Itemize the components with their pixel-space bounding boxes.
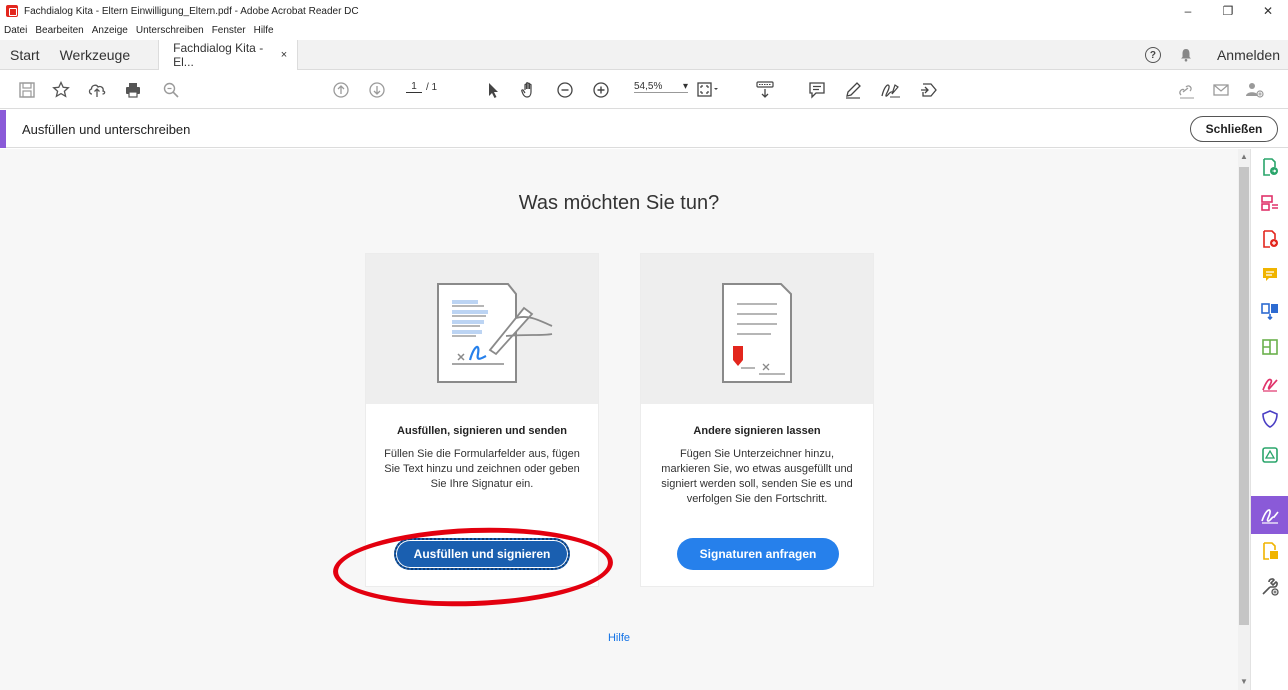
add-user-icon[interactable] bbox=[1244, 79, 1266, 101]
send-sign-icon[interactable] bbox=[918, 79, 940, 101]
sign-in-link[interactable]: Anmelden bbox=[1217, 47, 1280, 63]
card-description: Füllen Sie die Formularfelder aus, fügen… bbox=[384, 448, 580, 490]
page-title: Was möchten Sie tun? bbox=[518, 192, 720, 214]
scan-enhance-icon[interactable] bbox=[1260, 445, 1280, 465]
more-tools-icon[interactable] bbox=[1260, 541, 1280, 561]
card-title: Andere signieren lassen bbox=[693, 425, 821, 437]
tab-document-label: Fachdialog Kita - El... bbox=[173, 40, 264, 69]
page-total: / 1 bbox=[426, 81, 438, 93]
fit-page-icon[interactable] bbox=[696, 79, 722, 101]
fill-sign-tool-icon[interactable] bbox=[1260, 373, 1280, 393]
bookmark-star-icon[interactable] bbox=[50, 79, 72, 101]
right-tools-rail bbox=[1250, 149, 1288, 690]
menu-hilfe[interactable]: Hilfe bbox=[254, 25, 274, 36]
page-down-icon[interactable] bbox=[366, 79, 388, 101]
tab-tools[interactable]: Werkzeuge bbox=[50, 40, 141, 70]
sign-active-icon[interactable] bbox=[1260, 505, 1280, 525]
page-up-icon[interactable] bbox=[330, 79, 352, 101]
panel-title: Ausfüllen und unterschreiben bbox=[22, 122, 191, 137]
menu-bar: Datei Bearbeiten Anzeige Unterschreiben … bbox=[0, 22, 282, 38]
vertical-scrollbar[interactable]: ▲ ▼ bbox=[1238, 149, 1250, 690]
help-link[interactable]: Hilfe bbox=[0, 632, 1238, 644]
menu-fenster[interactable]: Fenster bbox=[212, 25, 246, 36]
chevron-down-icon: ▾ bbox=[682, 81, 688, 92]
tab-bar-right: ? Anmelden bbox=[1144, 40, 1280, 70]
signature-icon[interactable] bbox=[880, 79, 902, 101]
card-illustration bbox=[641, 254, 873, 404]
email-icon[interactable] bbox=[1210, 79, 1232, 101]
bell-icon[interactable] bbox=[1179, 48, 1193, 62]
tab-bar: Start Werkzeuge Fachdialog Kita - El... … bbox=[0, 39, 1288, 70]
card-illustration bbox=[366, 254, 598, 404]
zoom-out-icon[interactable] bbox=[554, 79, 576, 101]
fill-and-sign-button[interactable]: Ausfüllen und signieren bbox=[394, 538, 570, 570]
main-toolbar: 1 / 1 54,5% ▾ bbox=[0, 71, 1288, 109]
fill-sign-panel-bar: Ausfüllen und unterschreiben Schließen bbox=[0, 110, 1288, 148]
window-title: Fachdialog Kita - Eltern Einwilligung_El… bbox=[24, 5, 359, 17]
comment-icon[interactable] bbox=[806, 79, 828, 101]
fill-sign-illustration-icon bbox=[437, 283, 553, 383]
pen-draw-icon[interactable] bbox=[842, 79, 864, 101]
zoom-in-icon[interactable] bbox=[590, 79, 612, 101]
organize-pages-icon[interactable] bbox=[1260, 193, 1280, 213]
page-indicator: 1 / 1 bbox=[406, 81, 437, 93]
card-description: Fügen Sie Unterzeichner hinzu, markieren… bbox=[661, 448, 853, 505]
tab-close-icon[interactable]: × bbox=[281, 49, 287, 61]
create-pdf-icon[interactable] bbox=[1260, 229, 1280, 249]
print-icon[interactable] bbox=[122, 79, 144, 101]
comment-tool-icon[interactable] bbox=[1260, 265, 1280, 285]
zoom-level-select[interactable]: 54,5% ▾ bbox=[634, 81, 688, 93]
document-area: Was möchten Sie tun? Ausfüllen, signiere… bbox=[0, 149, 1238, 690]
window-titlebar: Fachdialog Kita - Eltern Einwilligung_El… bbox=[0, 0, 1288, 22]
help-icon[interactable]: ? bbox=[1144, 47, 1161, 63]
window-controls: – ❐ ✕ bbox=[1168, 0, 1288, 22]
request-sign-illustration-icon bbox=[722, 283, 792, 383]
link-icon[interactable] bbox=[1176, 79, 1198, 101]
zoom-level-value: 54,5% bbox=[634, 81, 663, 92]
combine-files-icon[interactable] bbox=[1260, 301, 1280, 321]
maximize-button[interactable]: ❐ bbox=[1208, 0, 1248, 22]
card-request-signatures: Andere signieren lassen Fügen Sie Unterz… bbox=[640, 253, 874, 587]
acrobat-app-icon bbox=[6, 5, 18, 17]
scroll-up-icon[interactable]: ▲ bbox=[1238, 151, 1250, 163]
zoom-search-icon[interactable] bbox=[160, 79, 182, 101]
menu-unterschreiben[interactable]: Unterschreiben bbox=[136, 25, 204, 36]
card-title: Ausfüllen, signieren und senden bbox=[397, 425, 567, 437]
menu-datei[interactable]: Datei bbox=[4, 25, 27, 36]
page-number-input[interactable]: 1 bbox=[406, 81, 422, 93]
menu-bearbeiten[interactable]: Bearbeiten bbox=[35, 25, 83, 36]
panel-accent bbox=[0, 110, 6, 148]
hand-tool-icon[interactable] bbox=[518, 79, 540, 101]
edit-pdf-icon[interactable] bbox=[1260, 337, 1280, 357]
tab-start[interactable]: Start bbox=[0, 40, 50, 70]
cloud-upload-icon[interactable] bbox=[86, 79, 108, 101]
export-pdf-icon[interactable] bbox=[1260, 157, 1280, 177]
menu-anzeige[interactable]: Anzeige bbox=[92, 25, 128, 36]
tools-add-icon[interactable] bbox=[1260, 577, 1280, 597]
request-signatures-button[interactable]: Signaturen anfragen bbox=[677, 538, 839, 570]
close-panel-button[interactable]: Schließen bbox=[1190, 116, 1278, 142]
scroll-down-icon[interactable]: ▼ bbox=[1238, 676, 1250, 688]
minimize-button[interactable]: – bbox=[1168, 0, 1208, 22]
save-icon[interactable] bbox=[16, 79, 38, 101]
scrollbar-thumb[interactable] bbox=[1239, 167, 1249, 625]
card-fill-sign: Ausfüllen, signieren und senden Füllen S… bbox=[365, 253, 599, 587]
keyboard-scroll-icon[interactable] bbox=[754, 79, 776, 101]
close-window-button[interactable]: ✕ bbox=[1248, 0, 1288, 22]
select-cursor-icon[interactable] bbox=[482, 79, 504, 101]
protect-shield-icon[interactable] bbox=[1260, 409, 1280, 429]
tab-document[interactable]: Fachdialog Kita - El... × bbox=[158, 39, 299, 70]
